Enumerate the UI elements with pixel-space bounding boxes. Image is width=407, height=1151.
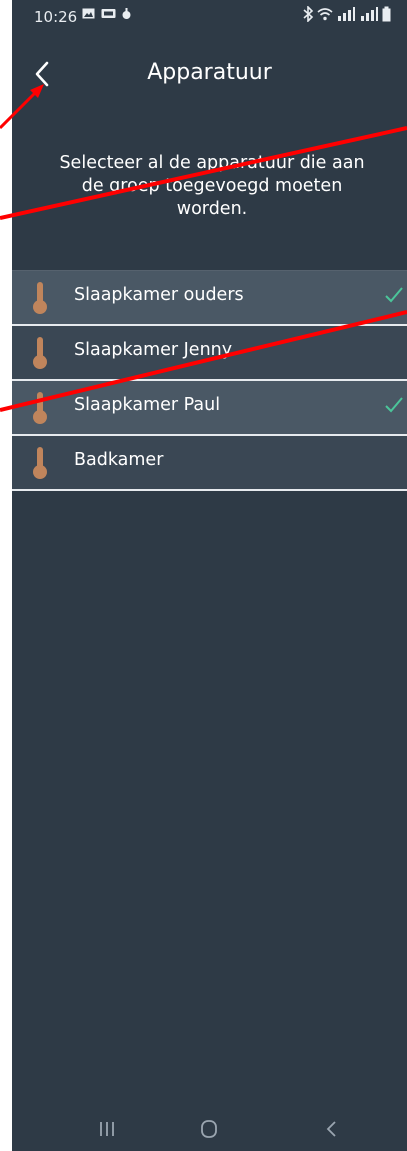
phone-screen: 10:26 Apparatuur Selecteer al de apparat… [12, 0, 407, 1151]
recent-apps-button[interactable] [92, 1114, 122, 1144]
thermometer-icon [33, 447, 47, 479]
notification-icon [120, 7, 133, 20]
device-label: Slaapkamer ouders [74, 285, 244, 305]
device-row[interactable]: Slaapkamer Jenny [12, 326, 407, 381]
gallery-icon [82, 7, 95, 20]
app-header: Apparatuur [12, 48, 407, 104]
nav-back-button[interactable] [317, 1114, 347, 1144]
status-left-icons [82, 7, 133, 20]
device-list: Slaapkamer ouders Slaapkamer Jenny Slaapka… [12, 270, 407, 491]
vpn-icon [101, 7, 116, 20]
device-row[interactable]: Slaapkamer ouders [12, 270, 407, 326]
wifi-icon [317, 6, 333, 26]
device-label: Slaapkamer Jenny [74, 340, 233, 360]
thermometer-icon [33, 282, 47, 314]
status-right-icons [303, 5, 391, 26]
check-icon [385, 397, 403, 413]
battery-icon [382, 6, 391, 26]
signal-icon [359, 6, 379, 26]
thermometer-icon [33, 392, 47, 424]
thermometer-icon [33, 337, 47, 369]
recent-apps-icon [100, 1122, 114, 1136]
status-time: 10:26 [34, 8, 78, 26]
home-icon [201, 1120, 217, 1138]
intro-text: Selecteer al de apparatuur die aan de gr… [59, 153, 365, 219]
system-navbar [12, 1110, 407, 1151]
device-row[interactable]: Slaapkamer Paul [12, 381, 407, 436]
check-icon [385, 287, 403, 303]
device-label: Badkamer [74, 450, 164, 470]
page-title: Apparatuur [147, 60, 272, 85]
back-icon [326, 1121, 336, 1137]
device-label: Slaapkamer Paul [74, 395, 221, 415]
device-row[interactable]: Badkamer [12, 436, 407, 491]
status-bar: 10:26 [12, 0, 407, 36]
home-button[interactable] [194, 1114, 224, 1144]
bluetooth-icon [303, 5, 314, 26]
signal-icon [336, 6, 356, 26]
